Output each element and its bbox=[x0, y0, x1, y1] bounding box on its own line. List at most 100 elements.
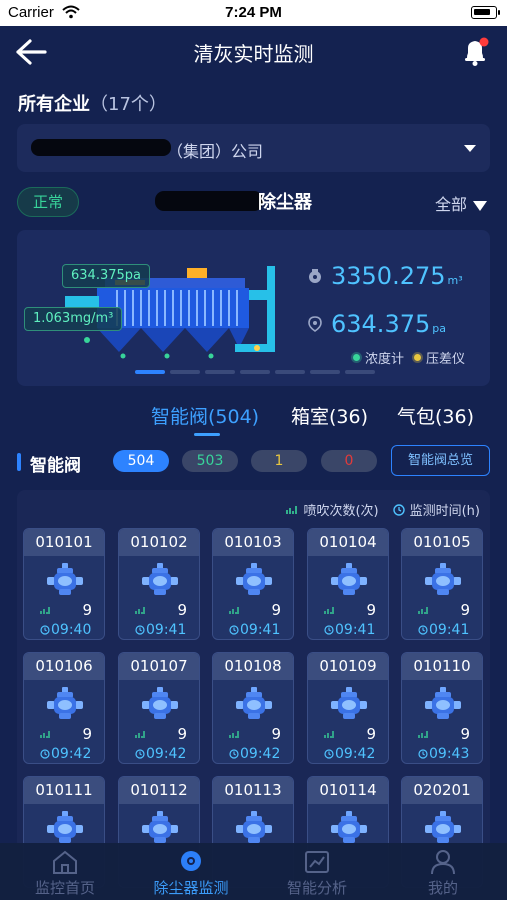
carousel-pager[interactable] bbox=[135, 370, 380, 374]
chevron-down-icon bbox=[464, 145, 476, 152]
valve-cell[interactable]: 010110 9 09:43 bbox=[401, 652, 483, 764]
valve-icon bbox=[425, 563, 461, 595]
triangle-down-icon bbox=[473, 200, 487, 211]
valve-id: 010104 bbox=[308, 529, 388, 556]
pager-dot[interactable] bbox=[170, 370, 200, 374]
valve-icon bbox=[47, 687, 83, 719]
dust-collector-overview-card[interactable]: 634.375pa 1.063mg/m³ 3350.275 m³ 634.375… bbox=[17, 230, 490, 386]
company-name-suffix: （集团）公司 bbox=[167, 142, 264, 161]
filter-normal-count[interactable]: 503 bbox=[182, 450, 238, 472]
valve-icon bbox=[47, 563, 83, 595]
grid-legend: 喷吹次数(次) 监测时间(h) bbox=[272, 500, 480, 519]
valve-icon bbox=[142, 563, 178, 595]
location-pin-icon bbox=[308, 316, 322, 332]
tab-air-tank[interactable]: 气包(36) bbox=[397, 402, 474, 429]
page-title: 清灰实时监测 bbox=[193, 42, 314, 66]
trend-chart-icon bbox=[229, 731, 239, 738]
clock-icon bbox=[40, 625, 50, 635]
filter-fault-count[interactable]: 0 bbox=[321, 450, 377, 472]
valve-id: 010109 bbox=[308, 653, 388, 680]
blow-count: 9 bbox=[82, 601, 92, 619]
nav-smart-analysis[interactable]: 智能分析 bbox=[262, 849, 372, 898]
monitor-time: 09:43 bbox=[429, 746, 470, 762]
company-count: （17个） bbox=[90, 94, 167, 115]
valve-cell[interactable]: 010107 9 09:42 bbox=[118, 652, 200, 764]
nav-dust-monitor[interactable]: 除尘器监测 bbox=[136, 849, 246, 898]
monitor-time: 09:41 bbox=[146, 622, 187, 638]
clock-icon bbox=[324, 749, 334, 759]
monitor-time: 09:42 bbox=[240, 746, 281, 762]
clock-icon bbox=[135, 625, 145, 635]
clock-icon bbox=[392, 503, 405, 516]
blow-count: 9 bbox=[177, 601, 187, 619]
valve-id: 010101 bbox=[24, 529, 104, 556]
valve-cell[interactable]: 010106 9 09:42 bbox=[23, 652, 105, 764]
flow-value: 3350.275 bbox=[331, 262, 446, 290]
pager-dot[interactable] bbox=[345, 370, 375, 374]
valve-id: 010114 bbox=[308, 777, 388, 804]
device-status-badge: 正常 bbox=[17, 187, 79, 217]
valve-cell[interactable]: 010103 9 09:41 bbox=[212, 528, 294, 640]
category-tabs: 智能阀(504) 箱室(36) 气包(36) bbox=[0, 402, 507, 438]
company-dropdown[interactable]: （集团）公司 bbox=[17, 124, 490, 172]
valve-id: 010108 bbox=[213, 653, 293, 680]
valve-grid-panel: 喷吹次数(次) 监测时间(h) 010101 9 09:40 010102 9 09:41… bbox=[17, 490, 490, 888]
pager-dot[interactable] bbox=[205, 370, 235, 374]
valve-icon bbox=[331, 563, 367, 595]
active-tab-indicator bbox=[194, 433, 220, 436]
pager-dot[interactable] bbox=[310, 370, 340, 374]
blow-count: 9 bbox=[460, 725, 470, 743]
nav-label: 智能分析 bbox=[286, 879, 347, 897]
trend-chart-icon bbox=[418, 731, 428, 738]
filter-total-count[interactable]: 504 bbox=[113, 450, 169, 472]
section-title: 智能阀 bbox=[30, 456, 81, 476]
valve-cell[interactable]: 010105 9 09:41 bbox=[401, 528, 483, 640]
yellow-dot-icon bbox=[414, 354, 422, 361]
tab-smart-valve[interactable]: 智能阀(504) bbox=[151, 402, 259, 429]
device-name[interactable]: 除尘器 bbox=[258, 188, 312, 214]
legend-blow-count: 喷吹次数(次) bbox=[286, 500, 379, 519]
legend-monitor-time-label: 监测时间(h) bbox=[409, 504, 480, 519]
nav-label: 除尘器监测 bbox=[153, 879, 229, 897]
pressure-unit: pa bbox=[432, 321, 446, 335]
pager-dot[interactable] bbox=[135, 370, 165, 374]
pager-dot[interactable] bbox=[240, 370, 270, 374]
nav-label: 我的 bbox=[427, 879, 458, 897]
valve-cell[interactable]: 010101 9 09:40 bbox=[23, 528, 105, 640]
nav-label: 监控首页 bbox=[34, 879, 95, 897]
valve-icon bbox=[142, 687, 178, 719]
valve-cell[interactable]: 010102 9 09:41 bbox=[118, 528, 200, 640]
legend-label: 浓度计 bbox=[365, 352, 405, 367]
trend-chart-icon bbox=[418, 607, 428, 614]
valve-icon bbox=[331, 687, 367, 719]
blow-count: 9 bbox=[271, 725, 281, 743]
valve-cell[interactable]: 010108 9 09:42 bbox=[212, 652, 294, 764]
trend-chart-icon bbox=[324, 731, 334, 738]
valve-icon bbox=[142, 811, 178, 843]
valve-id: 010106 bbox=[24, 653, 104, 680]
trend-chart-icon bbox=[135, 607, 145, 614]
tab-chamber[interactable]: 箱室(36) bbox=[291, 402, 368, 429]
clock-icon bbox=[418, 749, 428, 759]
nav-home[interactable]: 监控首页 bbox=[10, 849, 120, 898]
valve-cell[interactable]: 010109 9 09:42 bbox=[307, 652, 389, 764]
monitor-time: 09:40 bbox=[51, 622, 92, 638]
legend-label: 压差仪 bbox=[426, 352, 466, 367]
blow-count: 9 bbox=[366, 725, 376, 743]
nav-profile[interactable]: 我的 bbox=[388, 849, 498, 898]
company-section-label: 所有企业（17个） bbox=[18, 90, 167, 116]
home-icon bbox=[53, 850, 77, 874]
device-filter-dropdown[interactable]: 全部 bbox=[435, 191, 487, 215]
clock-icon bbox=[229, 625, 239, 635]
blow-count: 9 bbox=[366, 601, 376, 619]
pager-dot[interactable] bbox=[275, 370, 305, 374]
blow-count: 9 bbox=[271, 601, 281, 619]
pressure-tag: 634.375pa bbox=[62, 264, 150, 288]
legend-monitor-time: 监测时间(h) bbox=[392, 500, 480, 519]
valve-cell[interactable]: 010104 9 09:41 bbox=[307, 528, 389, 640]
notification-bell-icon[interactable] bbox=[459, 36, 491, 68]
filter-warning-count[interactable]: 1 bbox=[251, 450, 307, 472]
pressure-value: 634.375 bbox=[331, 310, 431, 338]
valve-id: 010107 bbox=[119, 653, 199, 680]
valve-overview-button[interactable]: 智能阀总览 bbox=[391, 445, 490, 476]
